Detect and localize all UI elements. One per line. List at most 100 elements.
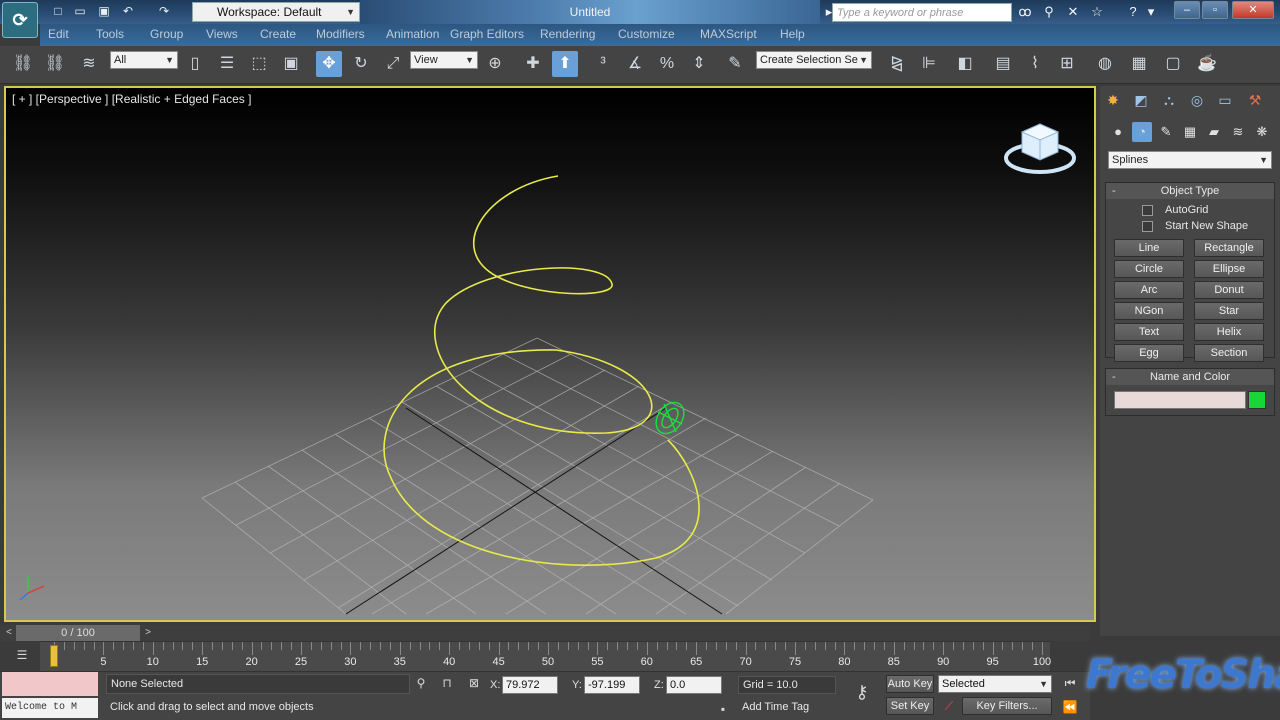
motion-tab-icon[interactable]: ◎ [1186, 89, 1208, 111]
time-slider-handle[interactable]: 0 / 100 [16, 625, 140, 641]
display-tab-icon[interactable]: ▭ [1214, 89, 1236, 111]
add-time-tag[interactable]: Add Time Tag [738, 698, 836, 718]
chevron-down-icon[interactable]: ▾ [1142, 4, 1160, 20]
circle-button[interactable]: Circle [1114, 260, 1184, 278]
previous-frame-icon[interactable]: ⏪ [1060, 700, 1080, 714]
maximize-button[interactable]: ▫ [1202, 1, 1228, 19]
rectangle-button[interactable]: Rectangle [1194, 239, 1264, 257]
open-file-icon[interactable]: ▭ [72, 4, 88, 19]
selection-lock-icon[interactable]: ⊓ [440, 676, 454, 690]
subscription-icon[interactable]: ⚲ [1040, 4, 1058, 20]
binoculars-icon[interactable]: ꝏ [1016, 4, 1034, 20]
absolute-mode-icon[interactable]: ⊠ [466, 676, 482, 690]
workspace-dropdown[interactable]: Workspace: Default ▼ [192, 2, 360, 22]
snaps-toggle-icon[interactable]: ³ [590, 51, 616, 77]
create-tab-icon[interactable]: ✸ [1102, 89, 1124, 111]
menu-tools[interactable]: Tools [96, 27, 124, 41]
layer-manager-icon[interactable]: ◧ [952, 51, 978, 77]
set-keys-icon[interactable]: ⟋ [940, 699, 958, 714]
helix-button[interactable]: Helix [1194, 323, 1264, 341]
modify-tab-icon[interactable]: ◩ [1130, 89, 1152, 111]
edit-named-selection-icon[interactable]: ✎ [722, 51, 748, 77]
application-button[interactable]: ⟳ [2, 2, 38, 38]
menu-group[interactable]: Group [150, 27, 183, 41]
space-warps-icon[interactable]: ≋ [1228, 122, 1248, 142]
utilities-tab-icon[interactable]: ⚒ [1244, 89, 1266, 111]
key-filters-button[interactable]: Key Filters... [962, 697, 1052, 715]
schematic-view-icon[interactable]: ⊞ [1054, 51, 1080, 77]
start-new-shape-checkbox[interactable]: Start New Shape [1142, 219, 1248, 233]
auto-key-button[interactable]: Auto Key [886, 675, 934, 693]
minimize-button[interactable]: – [1174, 1, 1200, 19]
z-coordinate-input[interactable]: 0.0 [666, 676, 722, 694]
unlink-icon[interactable]: ⛓ [42, 51, 68, 77]
chevron-right-icon[interactable]: > [141, 625, 155, 641]
redo-icon[interactable]: ↷ [156, 4, 172, 19]
reference-coordinate-dropdown[interactable]: View ▼ [410, 51, 478, 69]
ngon-button[interactable]: NGon [1114, 302, 1184, 320]
menu-modifiers[interactable]: Modifiers [316, 27, 365, 41]
key-icon[interactable]: ⚷ [848, 682, 876, 703]
object-color-swatch[interactable] [1248, 391, 1266, 409]
menu-animation[interactable]: Animation [386, 27, 439, 41]
helix-spline[interactable] [383, 175, 700, 566]
favorites-star-icon[interactable]: ☆ [1088, 4, 1106, 20]
move-icon[interactable]: ✥ [316, 51, 342, 77]
material-editor-icon[interactable]: ◍ [1092, 51, 1118, 77]
rendered-frame-window-icon[interactable]: ▢ [1160, 51, 1186, 77]
named-selection-dropdown[interactable]: Create Selection Se ▼ [756, 51, 872, 69]
object-name-input[interactable] [1114, 391, 1246, 409]
section-button[interactable]: Section [1194, 344, 1264, 362]
window-crossing-icon[interactable]: ▣ [278, 51, 304, 77]
percent-snap-icon[interactable]: % [654, 51, 680, 77]
x-coordinate-input[interactable]: 79.972 [502, 676, 558, 694]
object-type-header[interactable]: - Object Type [1106, 183, 1274, 199]
menu-edit[interactable]: Edit [48, 27, 69, 41]
close-button[interactable]: ✕ [1232, 1, 1274, 19]
chevron-left-icon[interactable]: < [2, 625, 16, 641]
select-object-icon[interactable]: ▯ [182, 51, 208, 77]
shapes-icon[interactable]: ◔ [1132, 122, 1152, 142]
autogrid-checkbox[interactable]: AutoGrid [1142, 203, 1208, 217]
perspective-viewport[interactable]: [ + ] [Perspective ] [Realistic + Edged … [4, 86, 1096, 622]
menu-customize[interactable]: Customize [618, 27, 675, 41]
menu-graph-editors[interactable]: Graph Editors [450, 27, 524, 41]
menu-help[interactable]: Help [780, 27, 805, 41]
menu-views[interactable]: Views [206, 27, 238, 41]
arc-button[interactable]: Arc [1114, 281, 1184, 299]
spinner-snap-icon[interactable]: ⇕ [686, 51, 712, 77]
render-teapot-icon[interactable]: ☕ [1194, 51, 1220, 77]
track-bar[interactable]: 5 10 15 20 25 30 35 40 45 50 55 60 65 70 75 80 85 90 95 100 [40, 641, 1051, 671]
maxscript-mini-listener[interactable] [2, 672, 98, 696]
rotate-icon[interactable]: ↻ [348, 51, 374, 77]
maxscript-listener-output[interactable]: Welcome to M [2, 698, 98, 718]
star-button[interactable]: Star [1194, 302, 1264, 320]
pivot-center-icon[interactable]: ⊕ [482, 51, 508, 77]
menu-rendering[interactable]: Rendering [540, 27, 595, 41]
align-icon[interactable]: ⊫ [916, 51, 942, 77]
select-by-name-icon[interactable]: ☰ [214, 51, 240, 77]
time-tag-icon[interactable]: ▪ [716, 702, 730, 716]
graphite-modeling-icon[interactable]: ▤ [990, 51, 1016, 77]
viewcube-icon[interactable] [1004, 120, 1076, 180]
selection-filter-dropdown[interactable]: All ▼ [110, 51, 178, 69]
menu-maxscript[interactable]: MAXScript [700, 27, 757, 41]
angle-snap-icon[interactable]: ∡ [622, 51, 648, 77]
scale-icon[interactable]: ⤢ [380, 51, 406, 77]
help-icon[interactable]: ? [1124, 4, 1142, 20]
lights-icon[interactable]: ✎ [1156, 122, 1176, 142]
undo-icon[interactable]: ↶ [120, 4, 136, 19]
menu-create[interactable]: Create [260, 27, 296, 41]
save-icon[interactable]: ▣ [96, 4, 112, 19]
key-mode-dropdown[interactable]: Selected ▼ [938, 675, 1052, 693]
hierarchy-tab-icon[interactable]: ⛬ [1158, 89, 1180, 111]
helpers-icon[interactable]: ▰ [1204, 122, 1224, 142]
communication-icon[interactable]: ✕ [1064, 4, 1082, 20]
cameras-icon[interactable]: ▦ [1180, 122, 1200, 142]
current-frame-marker[interactable] [50, 645, 58, 667]
search-input[interactable]: Type a keyword or phrase [832, 3, 1012, 22]
donut-button[interactable]: Donut [1194, 281, 1264, 299]
isolate-selection-icon[interactable]: ⚲ [414, 676, 428, 690]
line-button[interactable]: Line [1114, 239, 1184, 257]
mirror-icon[interactable]: ⧎ [884, 51, 910, 77]
